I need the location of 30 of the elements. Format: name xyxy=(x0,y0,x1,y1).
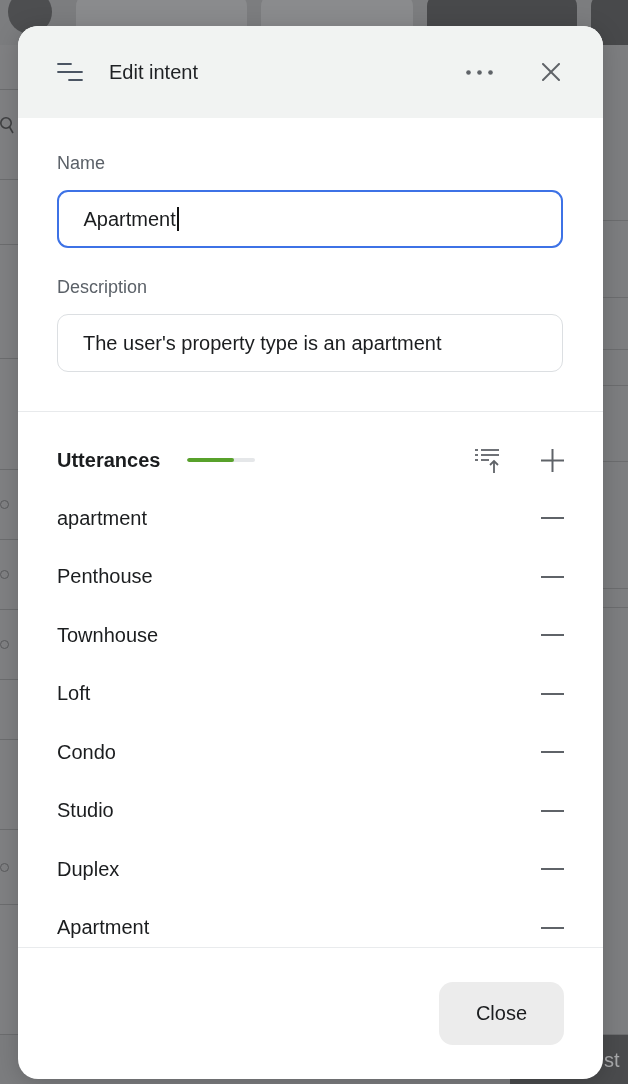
input-field[interactable]: The user's property type is an apartment xyxy=(57,314,563,372)
minus-icon xyxy=(540,575,564,578)
utterance-text: apartment xyxy=(57,506,148,530)
utterance-text: Penthouse xyxy=(57,565,153,589)
dialog-title: Edit intent xyxy=(109,60,198,84)
utterance-text: Studio xyxy=(57,799,114,823)
field-label: Name xyxy=(57,152,105,174)
more-icon xyxy=(465,69,493,75)
text-cursor-icon xyxy=(176,207,179,231)
minus-icon xyxy=(540,809,564,812)
section-title: Utterances xyxy=(57,448,161,472)
utterance-text: Duplex xyxy=(57,857,120,881)
minus-icon xyxy=(540,751,564,754)
minus-icon xyxy=(540,926,564,929)
utterance-text: Townhouse xyxy=(57,623,159,647)
search-icon xyxy=(0,116,14,134)
close-button[interactable]: Close xyxy=(439,982,564,1045)
list-arrow-icon xyxy=(475,447,499,473)
lines-icon xyxy=(57,63,83,81)
utterance-text: Loft xyxy=(57,682,91,706)
input-field[interactable]: Apartment xyxy=(57,190,563,248)
plus-icon xyxy=(540,448,564,472)
close-icon xyxy=(542,63,560,81)
minus-icon xyxy=(540,868,564,871)
utterance-text: Condo xyxy=(57,740,116,764)
utterance-text: Apartment xyxy=(57,916,150,940)
minus-icon xyxy=(540,517,564,520)
minus-icon xyxy=(540,692,564,695)
minus-icon xyxy=(540,634,564,637)
field-label: Description xyxy=(57,276,148,298)
